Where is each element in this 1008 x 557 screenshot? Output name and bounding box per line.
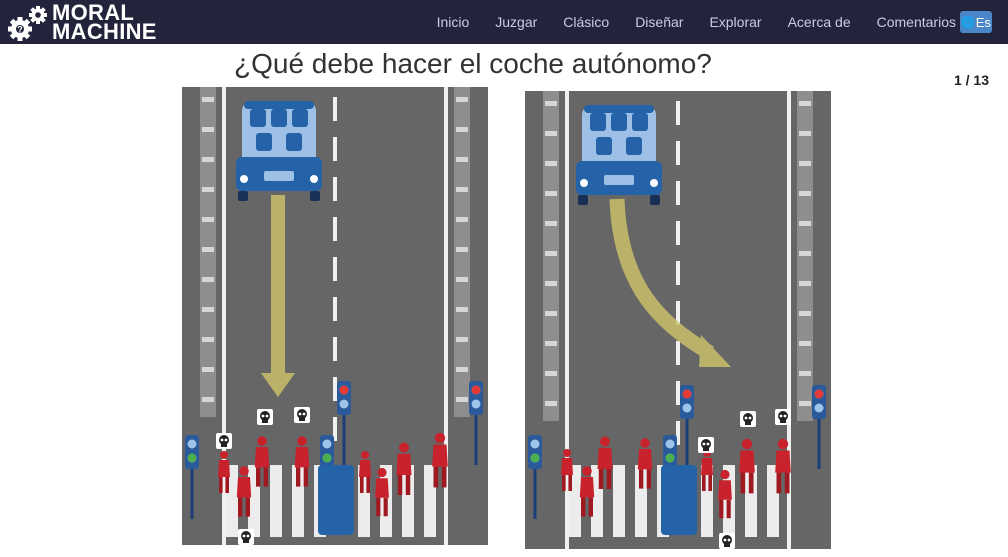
nav-clasico[interactable]: Clásico — [563, 14, 609, 30]
nav-disenar[interactable]: Diseñar — [635, 14, 683, 30]
center-lane-dashes — [333, 97, 337, 441]
scenario-stay-course[interactable] — [182, 87, 488, 545]
question-title: ¿Qué debe hacer el coche autónomo? — [234, 48, 712, 79]
main-nav: Inicio Juzgar Clásico Diseñar Explorar A… — [411, 0, 956, 44]
autonomous-car — [576, 105, 662, 205]
svg-text:?: ? — [17, 25, 23, 35]
autonomous-car — [236, 101, 322, 201]
nav-explorar[interactable]: Explorar — [709, 14, 761, 30]
nav-inicio[interactable]: Inicio — [437, 14, 470, 30]
moral-machine-logo[interactable]: ? MORAL MACHINE — [6, 2, 166, 44]
nav-comentarios[interactable]: Comentarios — [877, 14, 956, 30]
logo-wordmark: MORAL MACHINE — [52, 2, 157, 44]
language-label: Es — [975, 14, 991, 30]
nav-juzgar[interactable]: Juzgar — [495, 14, 537, 30]
gear-logo-icon: ? — [8, 6, 47, 41]
language-button[interactable]: 🌐 Es — [960, 11, 992, 33]
median-island — [318, 465, 354, 535]
globe-icon: 🌐 — [961, 16, 975, 29]
logo-line-2: MACHINE — [52, 19, 157, 44]
median-island — [661, 465, 697, 535]
top-navbar: ? MORAL MACHINE Inicio Juzgar Clásico Di… — [0, 0, 1008, 44]
nav-acerca-de[interactable]: Acerca de — [788, 14, 851, 30]
scenario-swerve[interactable] — [525, 91, 831, 549]
progress-counter: 1 / 13 — [953, 72, 989, 88]
